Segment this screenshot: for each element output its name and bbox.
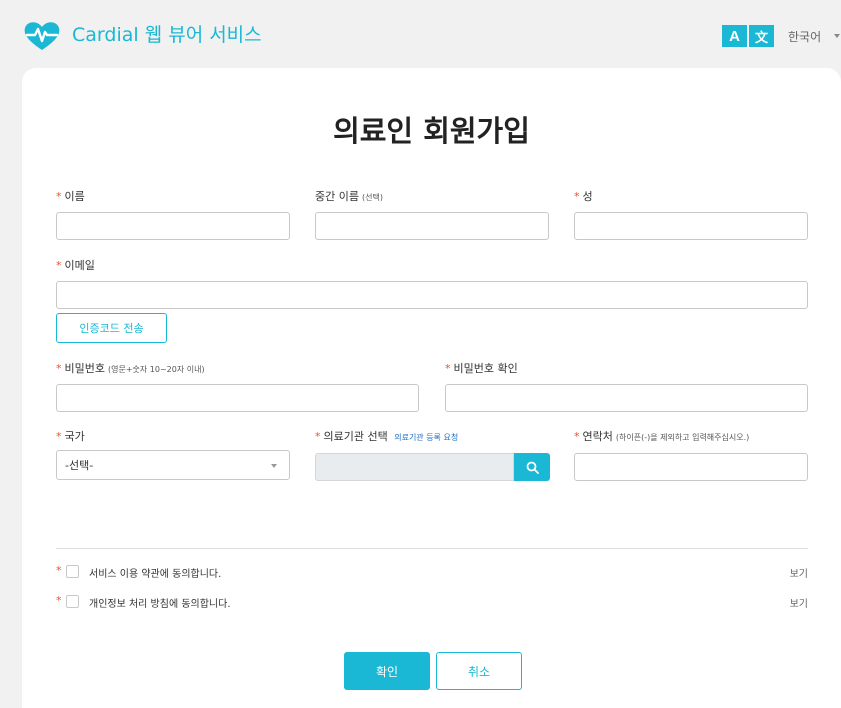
country-selected-value: -선택- [65,459,94,472]
send-code-button[interactable]: 인증코드 전송 [56,313,167,343]
required-mark: * [56,594,62,607]
institution-search-button[interactable] [514,453,550,481]
privacy-view-link[interactable]: 보기 [790,595,808,610]
last-name-label: * 성 [574,190,593,203]
privacy-checkbox[interactable] [66,595,79,608]
language-selector[interactable]: 한국어 [788,28,821,45]
phone-input[interactable] [574,453,808,481]
privacy-agreement-row: * 개인정보 처리 방침에 동의합니다. 보기 [56,594,808,610]
email-input[interactable] [56,281,808,309]
required-mark: * [56,362,62,375]
signup-form-card: 의료인 회원가입 * 이름 중간 이름 (선택) * 성 * 이메일 인증코드 전송 *… [22,68,841,708]
terms-view-link[interactable]: 보기 [790,565,808,580]
email-label: * 이메일 [56,259,95,272]
terms-agreement-row: * 서비스 이용 약관에 동의합니다. 보기 [56,564,808,580]
required-mark: * [445,362,451,375]
required-mark: * [315,430,321,443]
required-mark: * [574,190,580,203]
search-icon [526,461,539,474]
page-title: 의료인 회원가입 [333,114,530,148]
middle-name-input[interactable] [315,212,549,240]
first-name-label: * 이름 [56,190,85,203]
phone-label: * 연락처 (하이픈(-)을 제외하고 입력해주십시오.) [574,430,750,443]
institution-request-link[interactable]: 의료기관 등록 요청 [394,433,458,442]
required-mark: * [56,564,62,577]
country-select[interactable]: -선택- [56,450,290,480]
translate-icon[interactable]: A 文 [722,25,774,47]
middle-name-label: 중간 이름 (선택) [315,190,383,203]
confirm-button[interactable]: 확인 [344,652,430,690]
divider [56,548,808,549]
password-confirm-input[interactable] [445,384,808,412]
chevron-down-icon [271,464,277,468]
institution-label: * 의료기관 선택 의료기관 등록 요청 [315,430,459,443]
first-name-input[interactable] [56,212,290,240]
password-label: * 비밀번호 (영문+숫자 10~20자 이내) [56,362,205,375]
password-input[interactable] [56,384,419,412]
terms-checkbox[interactable] [66,565,79,578]
required-mark: * [56,190,62,203]
app-title: Cardial 웹 뷰어 서비스 [72,24,262,46]
institution-field[interactable] [315,453,514,481]
required-mark: * [56,259,62,272]
translate-icon-cjk: 文 [749,25,774,47]
heart-pulse-icon [24,22,60,50]
terms-agreement-text: 서비스 이용 약관에 동의합니다. [89,569,222,580]
cancel-button[interactable]: 취소 [436,652,522,690]
required-mark: * [574,430,580,443]
app-header: Cardial 웹 뷰어 서비스 A 文 한국어 [0,0,841,68]
translate-icon-latin: A [722,25,747,47]
password-confirm-label: * 비밀번호 확인 [445,362,518,375]
country-label: * 국가 [56,430,85,443]
privacy-agreement-text: 개인정보 처리 방침에 동의합니다. [89,599,231,610]
last-name-input[interactable] [574,212,808,240]
required-mark: * [56,430,62,443]
chevron-down-icon[interactable] [834,34,840,38]
